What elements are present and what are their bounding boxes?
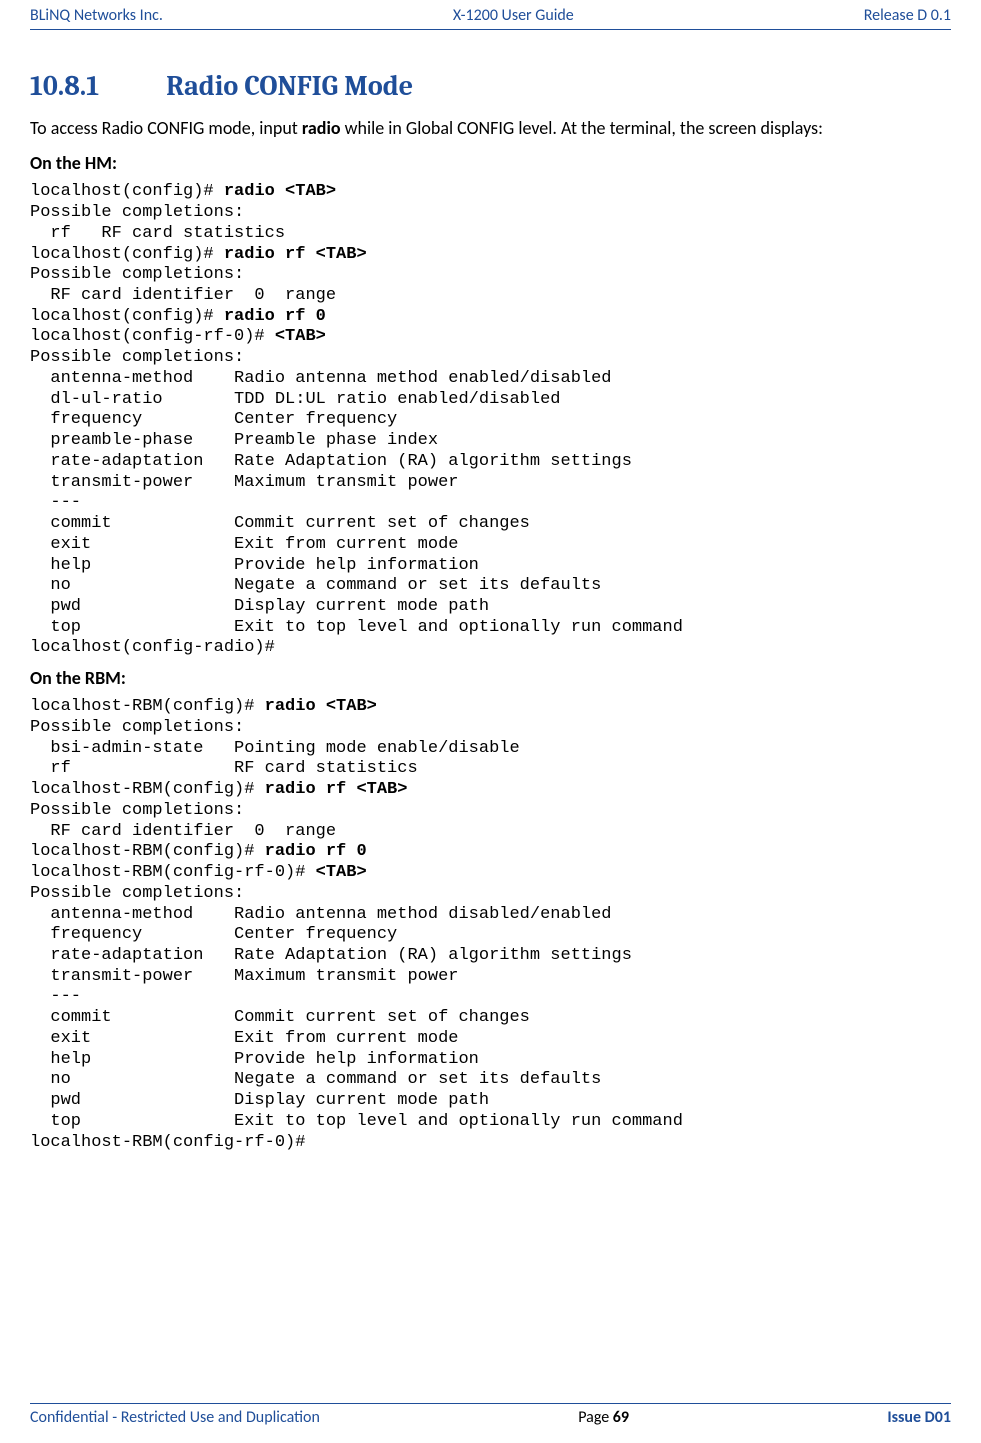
header-release: Release D 0.1 [864, 6, 951, 25]
term-line: transmit-power Maximum transmit power [30, 473, 458, 492]
page-footer: Confidential - Restricted Use and Duplic… [30, 1403, 951, 1427]
term-line: RF card identifier 0 range [30, 822, 336, 841]
intro-pre: To access Radio CONFIG mode, input [30, 117, 302, 139]
footer-page: Page 69 [578, 1408, 629, 1427]
hm-terminal-block: localhost(config)# radio <TAB> Possible … [30, 182, 951, 659]
term-line: radio rf <TAB> [265, 780, 408, 799]
intro-paragraph: To access Radio CONFIG mode, input radio… [30, 116, 951, 140]
footer-page-label: Page [578, 1408, 613, 1427]
term-line: frequency Center frequency [30, 925, 397, 944]
term-line: <TAB> [275, 327, 326, 346]
term-line: localhost-RBM(config-rf-0)# [30, 863, 316, 882]
term-line: rate-adaptation Rate Adaptation (RA) alg… [30, 452, 632, 471]
term-line: antenna-method Radio antenna method disa… [30, 905, 612, 924]
term-line: Possible completions: [30, 718, 244, 737]
term-line: localhost(config)# [30, 182, 224, 201]
term-line: localhost-RBM(config-rf-0)# [30, 1133, 305, 1152]
footer-confidential: Confidential - Restricted Use and Duplic… [30, 1408, 320, 1427]
term-line: localhost(config-radio)# [30, 638, 275, 657]
term-line: radio rf <TAB> [224, 245, 367, 264]
term-line: bsi-admin-state Pointing mode enable/dis… [30, 739, 520, 758]
intro-post: while in Global CONFIG level. At the ter… [341, 117, 823, 139]
term-line: exit Exit from current mode [30, 1029, 458, 1048]
term-line: RF card identifier 0 range [30, 286, 336, 305]
term-line: Possible completions: [30, 801, 244, 820]
term-line: pwd Display current mode path [30, 597, 489, 616]
section-heading: 10.8.1 Radio CONFIG Mode [30, 70, 951, 102]
term-line: Possible completions: [30, 265, 244, 284]
term-line: rf RF card statistics [30, 224, 285, 243]
section-title: Radio CONFIG Mode [166, 70, 413, 102]
term-line: localhost-RBM(config)# [30, 842, 265, 861]
term-line: radio <TAB> [224, 182, 336, 201]
rbm-label: On the RBM: [30, 667, 951, 689]
term-line: help Provide help information [30, 556, 479, 575]
term-line: top Exit to top level and optionally run… [30, 618, 683, 637]
term-line: radio rf 0 [224, 307, 326, 326]
footer-page-number: 69 [613, 1408, 629, 1427]
term-line: frequency Center frequency [30, 410, 397, 429]
term-line: transmit-power Maximum transmit power [30, 967, 458, 986]
section-number: 10.8.1 [30, 70, 160, 102]
term-line: preamble-phase Preamble phase index [30, 431, 438, 450]
term-line: --- [30, 987, 81, 1006]
header-company: BLiNQ Networks Inc. [30, 6, 163, 25]
term-line: localhost(config-rf-0)# [30, 327, 275, 346]
term-line: Possible completions: [30, 348, 244, 367]
term-line: radio rf 0 [265, 842, 367, 861]
term-line: commit Commit current set of changes [30, 514, 530, 533]
term-line: Possible completions: [30, 203, 244, 222]
term-line: no Negate a command or set its defaults [30, 1070, 601, 1089]
header-doc-title: X-1200 User Guide [453, 6, 574, 25]
term-line: localhost-RBM(config)# [30, 697, 265, 716]
page-header: BLiNQ Networks Inc. X-1200 User Guide Re… [30, 0, 951, 30]
term-line: localhost(config)# [30, 245, 224, 264]
term-line: Possible completions: [30, 884, 244, 903]
term-line: radio <TAB> [265, 697, 377, 716]
term-line: localhost(config)# [30, 307, 224, 326]
term-line: no Negate a command or set its defaults [30, 576, 601, 595]
page-content: 10.8.1 Radio CONFIG Mode To access Radio… [30, 30, 951, 1153]
hm-label: On the HM: [30, 152, 951, 174]
term-line: exit Exit from current mode [30, 535, 458, 554]
term-line: rate-adaptation Rate Adaptation (RA) alg… [30, 946, 632, 965]
term-line: rf RF card statistics [30, 759, 418, 778]
term-line: top Exit to top level and optionally run… [30, 1112, 683, 1131]
term-line: pwd Display current mode path [30, 1091, 489, 1110]
term-line: localhost-RBM(config)# [30, 780, 265, 799]
term-line: <TAB> [316, 863, 367, 882]
term-line: dl-ul-ratio TDD DL:UL ratio enabled/disa… [30, 390, 561, 409]
term-line: commit Commit current set of changes [30, 1008, 530, 1027]
rbm-terminal-block: localhost-RBM(config)# radio <TAB> Possi… [30, 697, 951, 1153]
footer-issue: Issue D01 [887, 1408, 951, 1427]
term-line: help Provide help information [30, 1050, 479, 1069]
intro-bold: radio [302, 117, 341, 139]
term-line: antenna-method Radio antenna method enab… [30, 369, 612, 388]
term-line: --- [30, 493, 81, 512]
